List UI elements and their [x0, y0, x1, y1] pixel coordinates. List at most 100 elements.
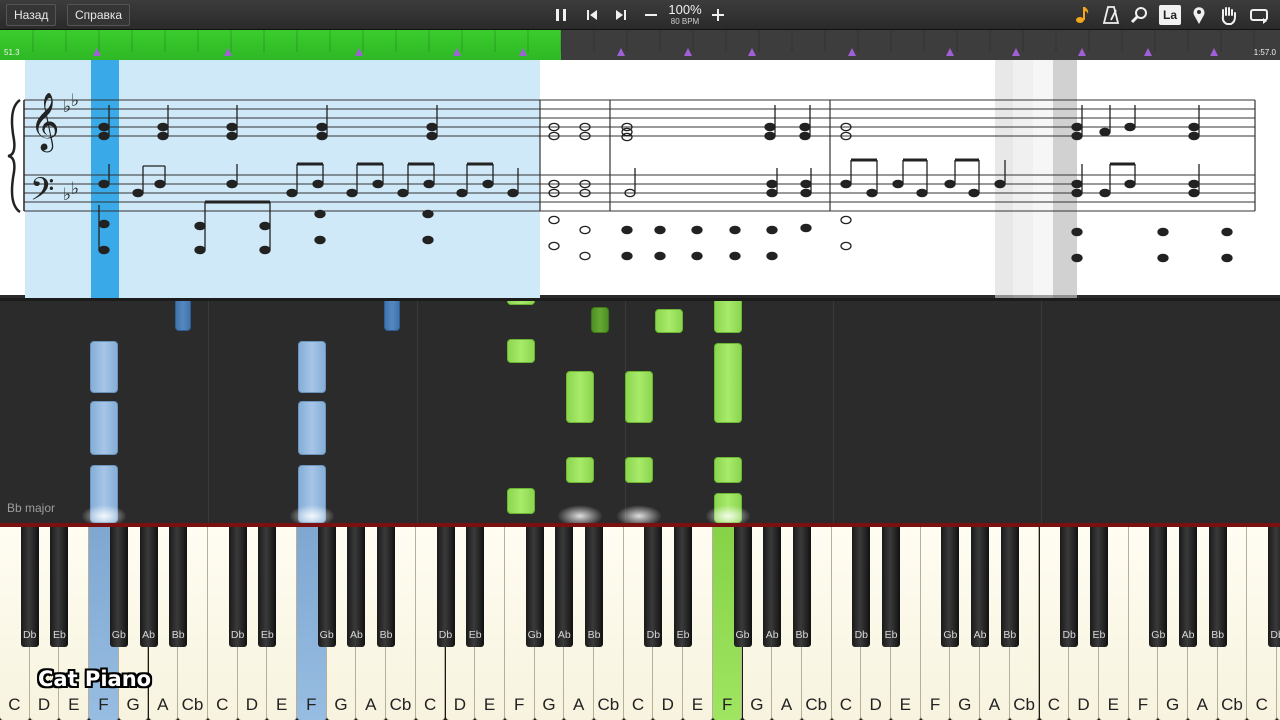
black-key-db[interactable]: Db [436, 527, 455, 647]
black-key-eb[interactable]: Eb [466, 527, 485, 647]
back-button[interactable]: Назад [6, 4, 57, 26]
svg-text:♭: ♭ [63, 97, 71, 117]
black-key-eb[interactable]: Eb [674, 527, 693, 647]
black-key-bb[interactable]: Bb [792, 527, 811, 647]
key-label: Eb [884, 629, 898, 641]
black-key-bb[interactable]: Bb [1000, 527, 1019, 647]
current-time: 51.3 [4, 48, 20, 57]
black-key-gb[interactable]: Gb [733, 527, 752, 647]
black-key-gb[interactable]: Gb [941, 527, 960, 647]
black-key-gb[interactable]: Gb [525, 527, 544, 647]
key-label: F [514, 695, 525, 714]
falling-note [90, 401, 118, 455]
black-key-ab[interactable]: Ab [1179, 527, 1197, 647]
metronome-icon[interactable] [1100, 4, 1122, 26]
pause-icon[interactable] [550, 4, 572, 26]
music-note-icon[interactable] [1071, 4, 1093, 26]
plus-icon[interactable] [707, 4, 729, 26]
black-key-ab[interactable]: Ab [763, 527, 782, 647]
key-label: F [929, 695, 941, 714]
bookmark-marker [748, 48, 756, 56]
black-key-eb[interactable]: Eb [1089, 527, 1108, 647]
hand-icon[interactable] [1217, 4, 1239, 26]
key-label: F [306, 695, 317, 714]
song-timeline[interactable]: 51.3 1:57.0 [0, 30, 1280, 60]
key-label: F [98, 695, 109, 714]
bookmark-marker [519, 48, 527, 56]
black-key-bb[interactable]: Bb [1208, 527, 1227, 647]
key-label: C [839, 695, 853, 714]
key-label: Eb [52, 629, 66, 641]
falling-note [175, 301, 191, 331]
key-label: D [661, 695, 674, 714]
falling-note [591, 307, 609, 333]
black-key-bb[interactable]: Bb [169, 527, 188, 647]
note-label-icon[interactable]: La [1159, 5, 1181, 25]
location-pin-icon[interactable] [1188, 4, 1210, 26]
black-key-db[interactable]: Db [1268, 527, 1280, 647]
piano-keyboard: C D E F G A Cb C D E F G A Cb C D E F G A Cb C D E F G A Cb C D E F G A Cb… [0, 523, 1280, 720]
key-label: A [1196, 695, 1209, 714]
key-label: C [631, 695, 645, 714]
loop-icon[interactable] [1248, 4, 1270, 26]
black-key-db[interactable]: Db [1060, 527, 1079, 647]
bookmark-marker [1078, 48, 1086, 56]
key-label: G [1166, 695, 1180, 714]
key-label: Ab [557, 629, 571, 641]
key-label: Eb [260, 629, 274, 641]
key-label: Gb [319, 629, 334, 641]
key-label: E [899, 695, 912, 714]
key-label: D [245, 695, 259, 714]
black-key-db[interactable]: Db [20, 527, 39, 647]
svg-text:𝄢: 𝄢 [30, 171, 54, 215]
bookmark-marker [848, 48, 856, 56]
key-label: Db [1270, 629, 1280, 641]
falling-note [507, 339, 535, 363]
black-key-db[interactable]: Db [228, 527, 247, 647]
key-label: D [869, 695, 882, 714]
key-label: G [126, 695, 140, 714]
key-label: C [1255, 695, 1268, 714]
key-label: Ab [765, 629, 779, 641]
svg-text:♭: ♭ [71, 179, 79, 199]
key-label: Cb [597, 695, 620, 714]
falling-note [566, 371, 594, 423]
magnifier-icon[interactable] [1129, 4, 1151, 26]
minus-icon[interactable] [640, 4, 662, 26]
playhead-cursor [91, 60, 119, 298]
black-key-db[interactable]: Db [644, 527, 663, 647]
black-key-ab[interactable]: Ab [555, 527, 574, 647]
bookmark-marker [946, 48, 954, 56]
falling-note [714, 457, 742, 483]
key-label: Cb [181, 695, 204, 714]
key-label: Cb [805, 695, 828, 714]
black-key-eb[interactable]: Eb [50, 527, 69, 647]
next-icon[interactable] [610, 4, 632, 26]
black-key-bb[interactable]: Bb [377, 527, 396, 647]
key-label: Db [1062, 629, 1076, 641]
black-key-ab[interactable]: Ab [347, 527, 366, 647]
black-key-gb[interactable]: Gb [109, 527, 128, 647]
black-key-gb[interactable]: Gb [1149, 527, 1168, 647]
key-label: G [334, 695, 348, 714]
key-label: Bb [587, 629, 601, 641]
black-key-bb[interactable]: Bb [585, 527, 603, 647]
black-key-db[interactable]: Db [852, 527, 871, 647]
svg-text:♭: ♭ [63, 185, 71, 205]
help-button[interactable]: Справка [67, 4, 131, 26]
key-label: D [1077, 695, 1090, 714]
key-label: C [216, 695, 229, 714]
black-key-gb[interactable]: Gb [317, 527, 336, 647]
key-label: Gb [527, 629, 542, 641]
falling-notes-area: Bb major [0, 301, 1280, 523]
key-label: Cb [389, 695, 412, 714]
black-key-eb[interactable]: Eb [258, 527, 277, 647]
black-key-ab[interactable]: Ab [971, 527, 990, 647]
key-label: F [721, 695, 733, 714]
total-time: 1:57.0 [1253, 48, 1276, 57]
black-key-ab[interactable]: Ab [139, 527, 158, 647]
previous-icon[interactable] [581, 4, 603, 26]
svg-text:𝄞: 𝄞 [30, 92, 60, 153]
key-label: Gb [943, 629, 958, 641]
black-key-eb[interactable]: Eb [882, 527, 900, 647]
